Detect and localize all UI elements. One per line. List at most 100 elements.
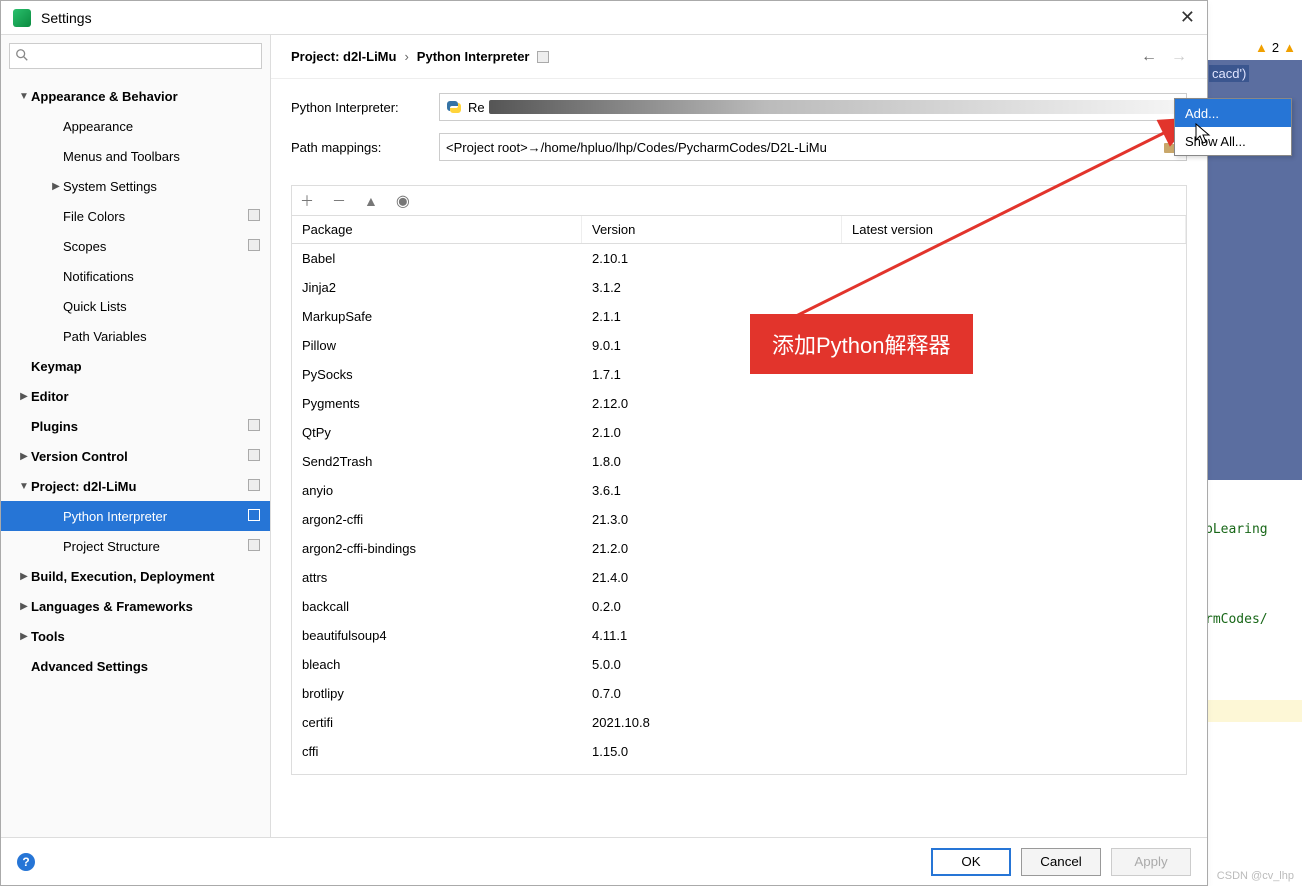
back-icon[interactable]: ← — [1141, 48, 1157, 66]
package-name: argon2-cffi — [292, 512, 582, 527]
sidebar-item[interactable]: Appearance — [1, 111, 270, 141]
header-version[interactable]: Version — [582, 216, 842, 243]
sidebar-item[interactable]: File Colors — [1, 201, 270, 231]
sidebar-item-label: Notifications — [63, 269, 270, 284]
table-row[interactable]: chardet4.0.0 — [292, 766, 1186, 774]
sidebar-item[interactable]: Advanced Settings — [1, 651, 270, 681]
forward-icon[interactable]: → — [1171, 48, 1187, 66]
table-row[interactable]: Babel2.10.1 — [292, 244, 1186, 273]
interpreter-dropdown[interactable]: Re — [439, 93, 1187, 121]
table-row[interactable]: anyio3.6.1 — [292, 476, 1186, 505]
menu-show-all[interactable]: Show All... — [1175, 127, 1291, 155]
sidebar-item[interactable]: Path Variables — [1, 321, 270, 351]
package-version: 3.1.2 — [582, 280, 842, 295]
sidebar-item[interactable]: Python Interpreter — [1, 501, 270, 531]
reset-icon[interactable] — [248, 509, 260, 521]
table-row[interactable]: certifi2021.10.8 — [292, 708, 1186, 737]
remove-package-icon[interactable]: － — [332, 191, 346, 211]
package-version: 1.15.0 — [582, 744, 842, 759]
sidebar-item[interactable]: ▶Version Control — [1, 441, 270, 471]
table-row[interactable]: Jinja23.1.2 — [292, 273, 1186, 302]
interpreter-menu: Add... Show All... — [1174, 98, 1292, 156]
sidebar-item[interactable]: Menus and Toolbars — [1, 141, 270, 171]
close-icon[interactable]: ✕ — [1180, 7, 1195, 28]
sidebar-item[interactable]: Quick Lists — [1, 291, 270, 321]
reset-icon[interactable] — [248, 209, 260, 221]
reset-icon[interactable] — [248, 419, 260, 431]
header-package[interactable]: Package — [292, 216, 582, 243]
sidebar-item[interactable]: ▶Languages & Frameworks — [1, 591, 270, 621]
sidebar-item[interactable]: ▶Tools — [1, 621, 270, 651]
package-version: 2.12.0 — [582, 396, 842, 411]
package-name: Send2Trash — [292, 454, 582, 469]
path-mappings-label: Path mappings: — [291, 140, 439, 155]
chevron-right-icon: ▶ — [17, 571, 31, 582]
reset-icon[interactable] — [248, 239, 260, 251]
table-row[interactable]: cffi1.15.0 — [292, 737, 1186, 766]
table-row[interactable]: brotlipy0.7.0 — [292, 679, 1186, 708]
package-name: chardet — [292, 773, 582, 774]
table-row[interactable]: backcall0.2.0 — [292, 592, 1186, 621]
reset-icon[interactable] — [248, 539, 260, 551]
reset-icon[interactable] — [248, 479, 260, 491]
show-early-releases-icon[interactable]: ◉ — [396, 191, 410, 211]
table-row[interactable]: PySocks1.7.1 — [292, 360, 1186, 389]
chevron-down-icon: ▼ — [17, 481, 31, 492]
package-name: beautifulsoup4 — [292, 628, 582, 643]
menu-add[interactable]: Add... — [1175, 99, 1291, 127]
chevron-right-icon: ▶ — [17, 631, 31, 642]
table-row[interactable]: bleach5.0.0 — [292, 650, 1186, 679]
settings-window: Settings ✕ ▼Appearance & BehaviorAppeara… — [0, 0, 1208, 886]
reset-icon[interactable] — [248, 449, 260, 461]
path-mappings-field[interactable]: <Project root>→/home/hpluo/lhp/Codes/Pyc… — [439, 133, 1187, 161]
annotation-callout: 添加Python解释器 — [750, 314, 973, 374]
sidebar-item[interactable]: Keymap — [1, 351, 270, 381]
sidebar-item[interactable]: ▼Project: d2l-LiMu — [1, 471, 270, 501]
reset-icon[interactable] — [537, 51, 549, 63]
package-name: QtPy — [292, 425, 582, 440]
help-icon[interactable]: ? — [17, 853, 35, 871]
table-row[interactable]: attrs21.4.0 — [292, 563, 1186, 592]
chevron-right-icon: ▶ — [17, 451, 31, 462]
chevron-down-icon: ▼ — [17, 91, 31, 102]
chevron-right-icon: ▶ — [17, 601, 31, 612]
sidebar-item[interactable]: ▶System Settings — [1, 171, 270, 201]
sidebar-item-label: Version Control — [31, 449, 270, 464]
sidebar-item-label: Quick Lists — [63, 299, 270, 314]
search-input[interactable] — [9, 43, 262, 69]
interpreter-value: Re — [468, 100, 485, 115]
table-row[interactable]: Pillow9.0.1 — [292, 331, 1186, 360]
sidebar-item[interactable]: Plugins — [1, 411, 270, 441]
sidebar-item[interactable]: Notifications — [1, 261, 270, 291]
sidebar-item-label: Project Structure — [63, 539, 270, 554]
sidebar-item[interactable]: ▼Appearance & Behavior — [1, 81, 270, 111]
sidebar-item[interactable]: Scopes — [1, 231, 270, 261]
package-version: 21.3.0 — [582, 512, 842, 527]
titlebar: Settings ✕ — [1, 1, 1207, 35]
path-mappings-value: <Project root>→/home/hpluo/lhp/Codes/Pyc… — [446, 140, 827, 155]
upgrade-package-icon[interactable]: ▲ — [364, 193, 378, 209]
package-version: 2.10.1 — [582, 251, 842, 266]
sidebar-item[interactable]: ▶Build, Execution, Deployment — [1, 561, 270, 591]
add-package-icon[interactable]: ＋ — [300, 191, 314, 211]
package-name: anyio — [292, 483, 582, 498]
cancel-button[interactable]: Cancel — [1021, 848, 1101, 876]
table-row[interactable]: beautifulsoup44.11.1 — [292, 621, 1186, 650]
sidebar-item[interactable]: Project Structure — [1, 531, 270, 561]
sidebar-item-label: Appearance & Behavior — [31, 89, 270, 104]
sidebar-item-label: Menus and Toolbars — [63, 149, 270, 164]
table-row[interactable]: Send2Trash1.8.0 — [292, 447, 1186, 476]
package-version: 2.1.0 — [582, 425, 842, 440]
header-latest[interactable]: Latest version — [842, 216, 1186, 243]
apply-button[interactable]: Apply — [1111, 848, 1191, 876]
search-box — [9, 43, 262, 69]
table-row[interactable]: argon2-cffi-bindings21.2.0 — [292, 534, 1186, 563]
table-row[interactable]: MarkupSafe2.1.1 — [292, 302, 1186, 331]
search-icon — [15, 48, 29, 62]
table-row[interactable]: QtPy2.1.0 — [292, 418, 1186, 447]
ok-button[interactable]: OK — [931, 848, 1011, 876]
sidebar-item[interactable]: ▶Editor — [1, 381, 270, 411]
table-row[interactable]: Pygments2.12.0 — [292, 389, 1186, 418]
breadcrumb-project[interactable]: Project: d2l-LiMu — [291, 49, 396, 64]
table-row[interactable]: argon2-cffi21.3.0 — [292, 505, 1186, 534]
